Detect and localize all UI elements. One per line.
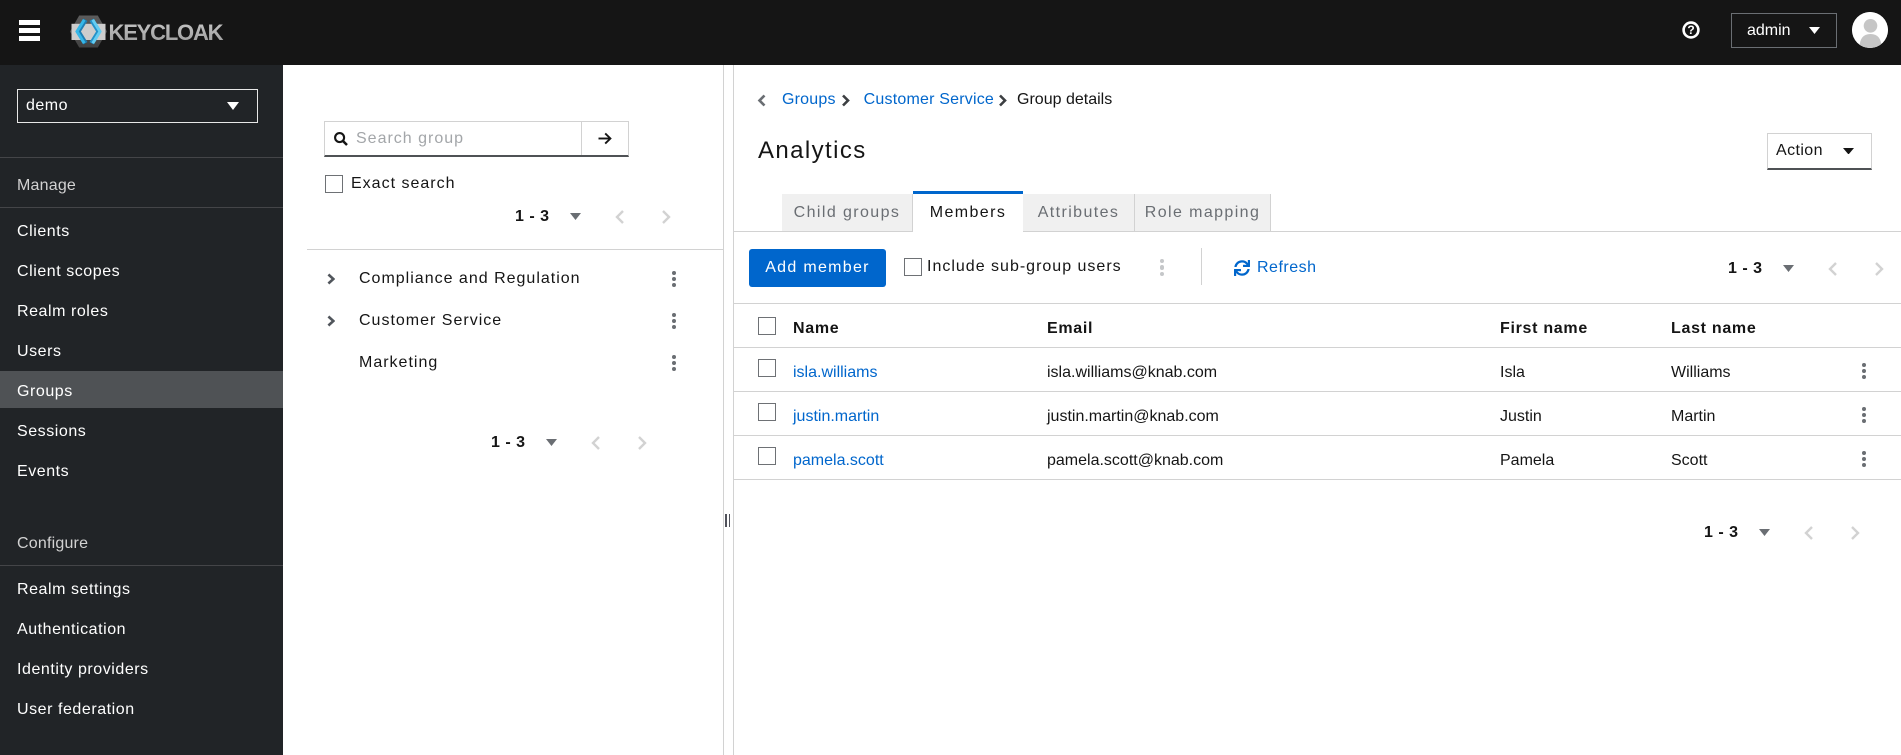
svg-text:KEYCLOAK: KEYCLOAK <box>109 20 224 45</box>
svg-text:?: ? <box>1687 23 1694 37</box>
